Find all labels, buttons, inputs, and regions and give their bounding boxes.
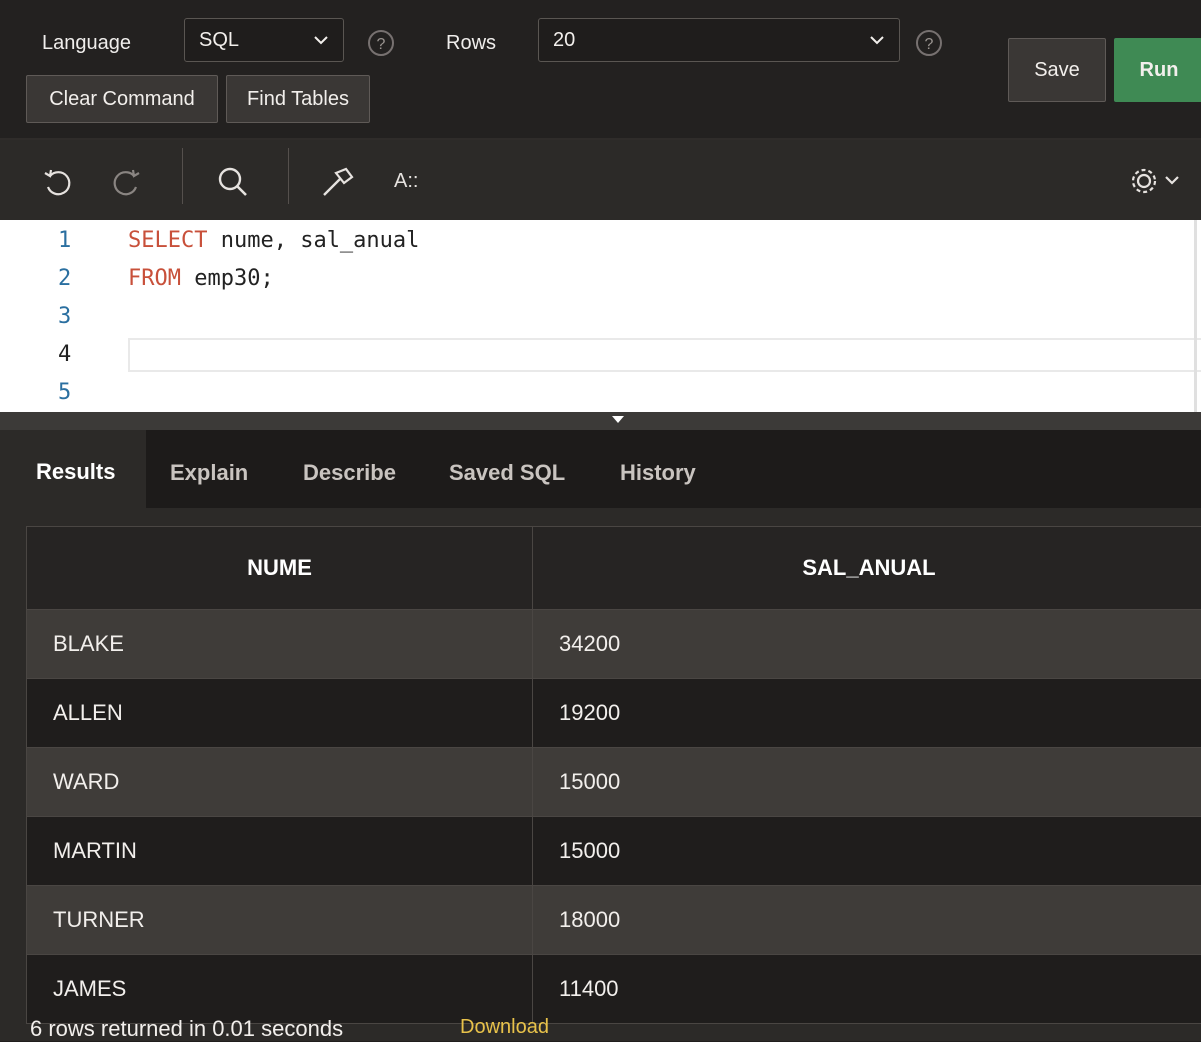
download-link[interactable]: Download	[460, 1016, 549, 1039]
table-cell: MARTIN	[27, 817, 533, 886]
table-row: TURNER 18000	[27, 886, 1201, 955]
redo-icon[interactable]	[110, 167, 142, 205]
editor-scrollbar[interactable]	[1194, 220, 1197, 412]
rows-help-icon[interactable]: ?	[916, 30, 942, 56]
column-header-sal-anual[interactable]: SAL_ANUAL	[533, 527, 1201, 610]
table-cell: BLAKE	[27, 610, 533, 679]
table-row: BLAKE 34200	[27, 610, 1201, 679]
line-number: 5	[58, 380, 88, 405]
line-number: 4	[58, 342, 88, 367]
line-number: 3	[58, 304, 88, 329]
table-cell: 19200	[533, 679, 1201, 748]
gear-icon[interactable]	[1128, 164, 1192, 204]
tab-explain[interactable]: Explain	[170, 460, 248, 486]
results-tabs: Results Explain Describe Saved SQL Histo…	[0, 430, 1201, 508]
autocomplete-button[interactable]: A::	[394, 170, 418, 193]
search-icon[interactable]	[216, 165, 250, 205]
table-cell: ALLEN	[27, 679, 533, 748]
results-panel: NUME SAL_ANUAL BLAKE 34200 ALLEN 19200 W…	[0, 508, 1201, 1041]
table-cell: 11400	[533, 955, 1201, 1024]
language-select[interactable]: SQL	[184, 18, 344, 62]
rows-select-value: 20	[553, 29, 575, 52]
clear-command-button[interactable]: Clear Command	[26, 75, 218, 123]
undo-icon[interactable]	[42, 167, 74, 205]
chevron-down-icon	[869, 27, 885, 59]
table-cell: TURNER	[27, 886, 533, 955]
table-row: WARD 15000	[27, 748, 1201, 817]
table-cell: 34200	[533, 610, 1201, 679]
language-help-icon[interactable]: ?	[368, 30, 394, 56]
collapse-arrow-icon[interactable]	[612, 416, 624, 423]
table-cell: 18000	[533, 886, 1201, 955]
run-button[interactable]: Run	[1114, 38, 1201, 102]
pane-splitter[interactable]	[0, 412, 1201, 430]
language-select-value: SQL	[199, 29, 239, 52]
table-cell: WARD	[27, 748, 533, 817]
current-line-highlight	[128, 338, 1201, 372]
table-row: JAMES 11400	[27, 955, 1201, 1024]
code-text: nume, sal_anual	[207, 228, 419, 253]
sql-keyword: SELECT	[128, 228, 207, 253]
table-row: MARTIN 15000	[27, 817, 1201, 886]
tab-results[interactable]: Results	[0, 430, 146, 508]
tab-history[interactable]: History	[620, 460, 696, 486]
save-button[interactable]: Save	[1008, 38, 1106, 102]
toolbar-divider	[182, 148, 183, 204]
chevron-down-icon	[313, 27, 329, 59]
table-cell: 15000	[533, 748, 1201, 817]
table-row: ALLEN 19200	[27, 679, 1201, 748]
line-number: 2	[58, 266, 88, 291]
find-tables-button[interactable]: Find Tables	[226, 75, 370, 123]
top-toolbar: Language SQL ? Rows 20 ? Clear Command F…	[0, 0, 1201, 140]
line-number: 1	[58, 228, 88, 253]
sql-keyword: FROM	[128, 266, 181, 291]
tab-describe[interactable]: Describe	[303, 460, 396, 486]
rows-returned-status: 6 rows returned in 0.01 seconds	[30, 1016, 343, 1041]
table-cell: 15000	[533, 817, 1201, 886]
tab-saved-sql[interactable]: Saved SQL	[449, 460, 565, 486]
results-footer: 6 rows returned in 0.01 seconds Download	[30, 1016, 343, 1042]
column-header-nume[interactable]: NUME	[27, 527, 533, 610]
rows-select[interactable]: 20	[538, 18, 900, 62]
language-label: Language	[42, 32, 131, 55]
code-text: emp30;	[181, 266, 274, 291]
code-line-1: SELECT nume, sal_anual	[128, 228, 419, 253]
toolbar-divider	[288, 148, 289, 204]
code-line-2: FROM emp30;	[128, 266, 274, 291]
sql-editor[interactable]: 1 2 3 4 5 SELECT nume, sal_anual FROM em…	[0, 220, 1201, 412]
rows-label: Rows	[446, 32, 496, 55]
editor-toolbar	[0, 140, 1201, 220]
results-table: NUME SAL_ANUAL BLAKE 34200 ALLEN 19200 W…	[26, 526, 1201, 1024]
hammer-icon[interactable]	[320, 165, 356, 205]
table-cell: JAMES	[27, 955, 533, 1024]
